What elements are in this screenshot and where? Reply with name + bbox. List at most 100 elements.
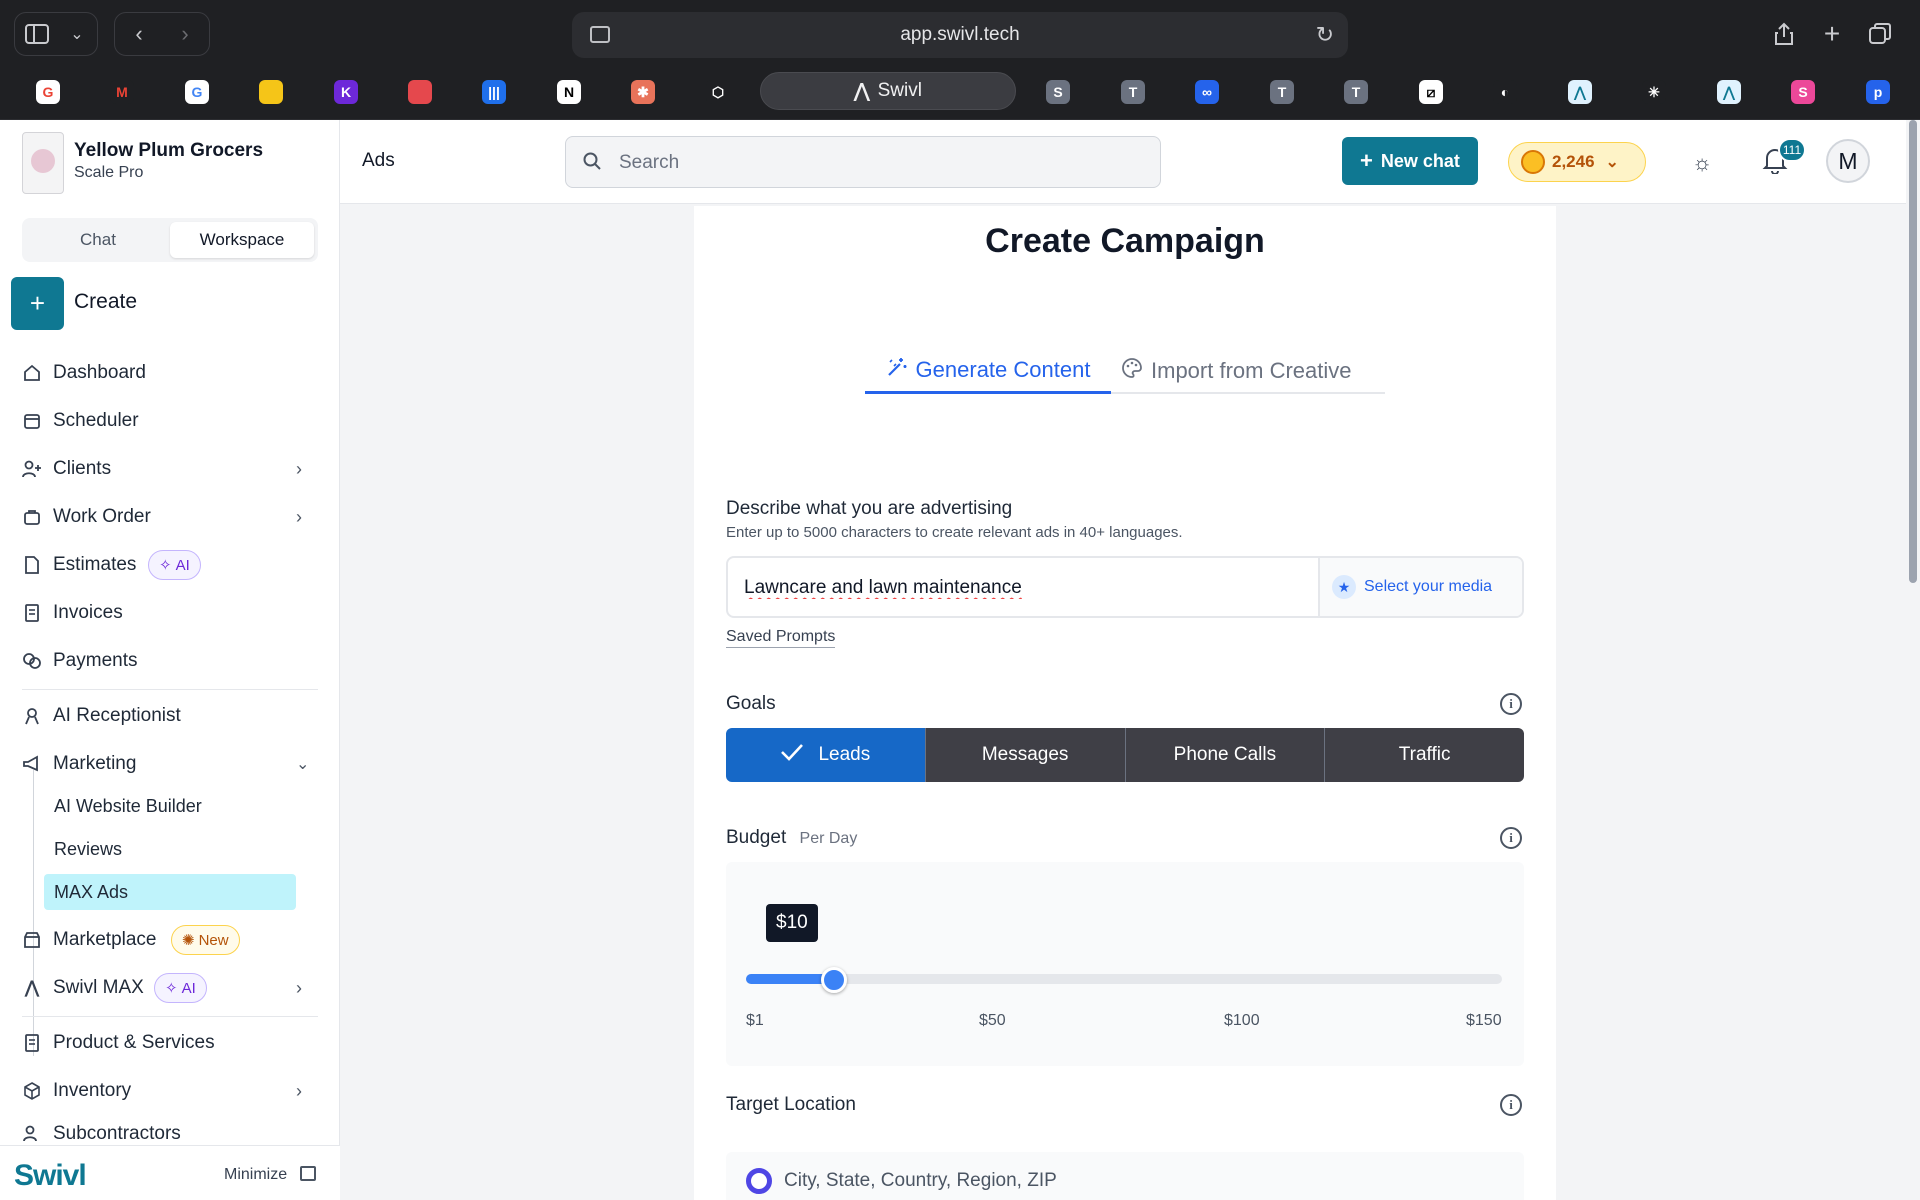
tab-import-from-creative[interactable]: Import from Creative bbox=[1121, 348, 1352, 394]
minimize-button[interactable]: Minimize bbox=[224, 1166, 287, 1184]
panel-collapse-icon[interactable] bbox=[300, 1166, 316, 1181]
new-chat-button[interactable]: + New chat bbox=[1342, 137, 1478, 185]
forward-icon[interactable]: › bbox=[172, 20, 198, 48]
create-label[interactable]: Create bbox=[74, 290, 137, 314]
new-tab-icon[interactable]: + bbox=[1818, 18, 1846, 49]
t-icon[interactable]: T bbox=[1121, 80, 1145, 104]
prompt-input[interactable] bbox=[744, 575, 1304, 601]
s-icon[interactable]: S bbox=[1046, 80, 1070, 104]
box-icon[interactable]: ⬡ bbox=[706, 80, 730, 104]
badge-label: AI bbox=[181, 979, 196, 997]
tab-swivl[interactable]: ⋀ Swivl bbox=[760, 72, 1016, 110]
sidebar-item-subcontractors[interactable]: Subcontractors bbox=[0, 1115, 340, 1145]
info-icon[interactable]: i bbox=[1500, 1094, 1522, 1116]
sidebar-subitem-max-ads[interactable]: MAX Ads bbox=[44, 874, 296, 910]
sidebar-item-marketplace[interactable]: Marketplace ✺ New bbox=[0, 920, 340, 960]
swivl-logo[interactable]: Swivl bbox=[14, 1159, 87, 1193]
info-icon[interactable]: i bbox=[1500, 693, 1522, 715]
goal-phone-calls[interactable]: Phone Calls bbox=[1124, 728, 1325, 782]
create-button[interactable]: + bbox=[11, 277, 64, 330]
location-radio[interactable] bbox=[746, 1168, 772, 1194]
budget-slider-track[interactable] bbox=[746, 974, 1502, 984]
users-icon bbox=[22, 1123, 42, 1143]
moon-icon[interactable]: ◐ bbox=[1493, 80, 1517, 104]
k-icon[interactable]: K bbox=[334, 80, 358, 104]
swivl-icon[interactable]: ⋀ bbox=[1717, 80, 1741, 104]
grid-icon[interactable]: ✳ bbox=[1642, 80, 1666, 104]
sidebar-item-ai-receptionist[interactable]: AI Receptionist bbox=[0, 696, 340, 736]
box-icon bbox=[22, 1081, 42, 1101]
google-icon[interactable]: G bbox=[36, 80, 60, 104]
t-icon[interactable]: T bbox=[1344, 80, 1368, 104]
tab-chat[interactable]: Chat bbox=[26, 222, 170, 258]
address-bar[interactable]: app.swivl.tech ↻ bbox=[572, 12, 1348, 58]
sidebar-item-clients[interactable]: Clients › bbox=[0, 449, 340, 489]
goal-messages[interactable]: Messages bbox=[924, 728, 1125, 782]
back-icon[interactable]: ‹ bbox=[126, 20, 152, 48]
swivl-icon[interactable]: ⋀ bbox=[1568, 80, 1592, 104]
sidebar-item-swivl-max[interactable]: ⋀ Swivl MAX ✧ AI › bbox=[0, 968, 340, 1008]
workspace-plan: Scale Pro bbox=[74, 164, 144, 181]
goal-traffic[interactable]: Traffic bbox=[1324, 728, 1524, 782]
plai-icon[interactable]: p bbox=[1866, 80, 1890, 104]
sidebar-item-scheduler[interactable]: Scheduler bbox=[0, 401, 340, 441]
plus-icon: + bbox=[1360, 148, 1373, 173]
swivl-icon: ⋀ bbox=[25, 978, 39, 997]
sidebar-item-invoices[interactable]: Invoices bbox=[0, 593, 340, 633]
t-icon[interactable]: T bbox=[1270, 80, 1294, 104]
notes-icon[interactable] bbox=[259, 80, 283, 104]
workspace-name[interactable]: Yellow Plum Grocers bbox=[74, 140, 263, 162]
tab-generate-content[interactable]: Generate Content bbox=[865, 348, 1111, 394]
credits-dropdown[interactable]: 2,246 ⌄ bbox=[1508, 142, 1646, 182]
gmail-icon[interactable]: M bbox=[110, 80, 134, 104]
sidebar-item-label: Inventory bbox=[53, 1080, 132, 1101]
sidebar-toggle-icon[interactable] bbox=[24, 22, 50, 46]
location-option-label[interactable]: City, State, Country, Region, ZIP bbox=[784, 1170, 1057, 1192]
s-pink-icon[interactable]: S bbox=[1791, 80, 1815, 104]
chevron-down-icon[interactable]: ⌄ bbox=[66, 22, 88, 46]
chevron-right-icon[interactable]: › bbox=[296, 978, 302, 999]
sidebar-item-work-order[interactable]: Work Order › bbox=[0, 497, 340, 537]
sidebar-item-payments[interactable]: Payments bbox=[0, 641, 340, 681]
site-info-icon[interactable] bbox=[590, 26, 610, 43]
sidebar-item-estimates[interactable]: Estimates ✧ AI bbox=[0, 545, 340, 585]
page-title: Ads bbox=[362, 150, 395, 171]
stripe-slash-icon[interactable]: ⧄ bbox=[1419, 80, 1443, 104]
workspace-logo[interactable] bbox=[22, 132, 64, 194]
scrollbar-thumb[interactable] bbox=[1909, 120, 1917, 583]
location-option-box: City, State, Country, Region, ZIP bbox=[726, 1152, 1524, 1200]
meta-icon[interactable]: ∞ bbox=[1195, 80, 1219, 104]
budget-slider-thumb[interactable] bbox=[820, 967, 847, 993]
home-icon bbox=[22, 363, 42, 383]
sidebar-item-inventory[interactable]: Inventory › bbox=[0, 1071, 340, 1111]
tick-label: $100 bbox=[1224, 1012, 1260, 1029]
reload-icon[interactable]: ↻ bbox=[1316, 22, 1334, 48]
tab-overview-icon[interactable] bbox=[1866, 20, 1894, 48]
saved-prompts-link[interactable]: Saved Prompts bbox=[726, 628, 836, 648]
chart-icon[interactable] bbox=[408, 80, 432, 104]
search-box[interactable] bbox=[565, 136, 1161, 188]
theme-toggle-sun-icon[interactable]: ☼ bbox=[1692, 150, 1712, 176]
sidebar-item-products[interactable]: Product & Services bbox=[0, 1023, 340, 1063]
share-icon[interactable] bbox=[1770, 20, 1798, 48]
chevron-right-icon[interactable]: › bbox=[296, 459, 302, 480]
select-media-button[interactable]: ★ Select your media bbox=[1318, 558, 1522, 616]
chevron-down-icon[interactable]: ⌄ bbox=[296, 754, 309, 774]
sidebar-subitem-reviews[interactable]: Reviews bbox=[44, 831, 296, 867]
page-scrollbar[interactable] bbox=[1906, 120, 1920, 1080]
intercom-icon[interactable]: ||| bbox=[482, 80, 506, 104]
info-icon[interactable]: i bbox=[1500, 827, 1522, 849]
notion-icon[interactable]: N bbox=[557, 80, 581, 104]
goal-leads[interactable]: Leads bbox=[726, 728, 925, 782]
search-input[interactable] bbox=[619, 150, 1119, 176]
tab-workspace[interactable]: Workspace bbox=[170, 222, 314, 258]
google-icon[interactable]: G bbox=[185, 80, 209, 104]
goal-label: Leads bbox=[818, 744, 871, 765]
sidebar-subitem-ai-website-builder[interactable]: AI Website Builder bbox=[44, 788, 296, 824]
claude-icon[interactable]: ✱ bbox=[631, 80, 655, 104]
avatar[interactable]: M bbox=[1826, 139, 1870, 183]
sidebar-item-marketing[interactable]: Marketing ⌄ bbox=[0, 744, 340, 784]
chevron-right-icon[interactable]: › bbox=[296, 1081, 302, 1102]
sidebar-item-dashboard[interactable]: Dashboard bbox=[0, 353, 340, 393]
chevron-right-icon[interactable]: › bbox=[296, 507, 302, 528]
